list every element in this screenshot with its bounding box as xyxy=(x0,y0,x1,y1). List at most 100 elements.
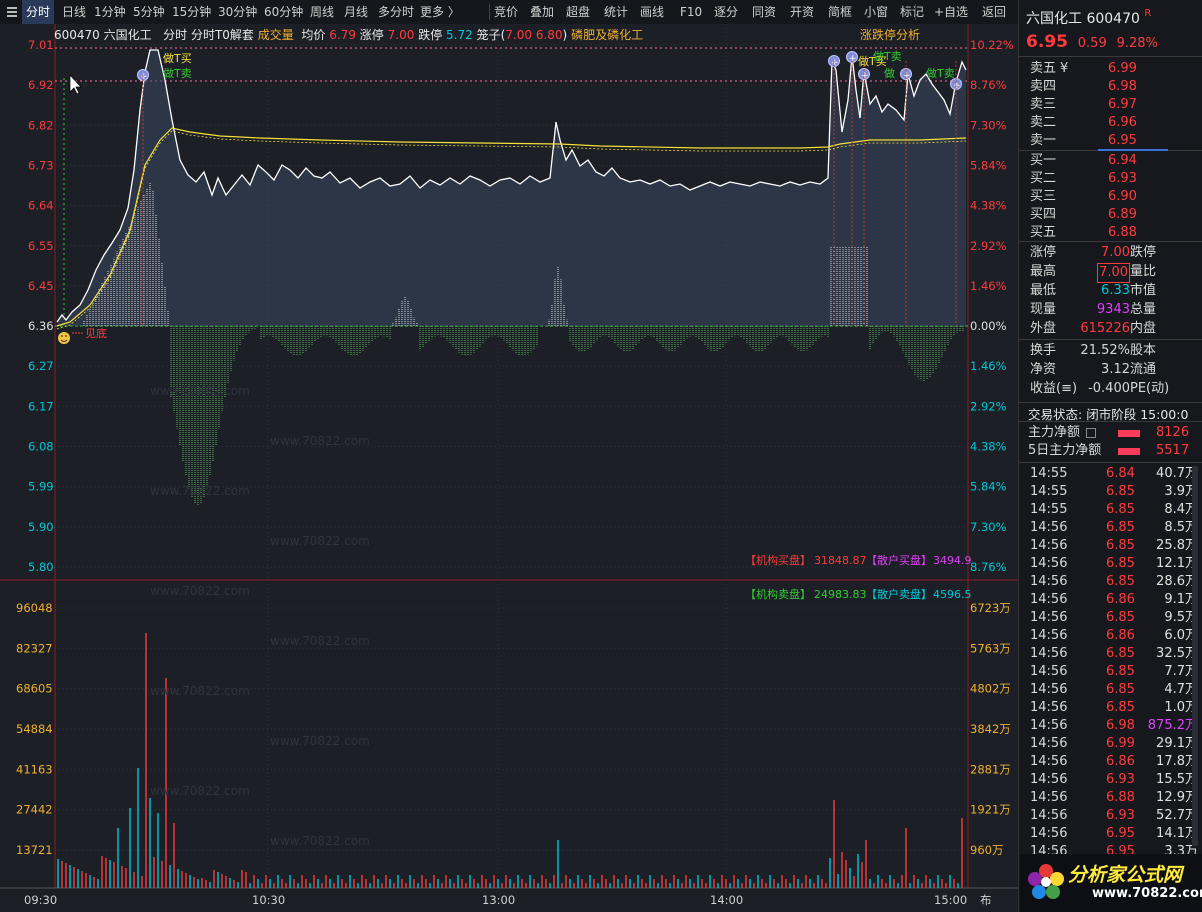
toolbar-item[interactable]: 5分钟 xyxy=(129,0,169,24)
tick-row[interactable]: 14:56 6.98 875.2万 xyxy=(1030,717,1198,735)
stat-label: 最低 xyxy=(1030,283,1057,298)
tick-row[interactable]: 14:56 6.85 12.1万 xyxy=(1030,555,1198,573)
tick-time: 14:56 xyxy=(1030,592,1068,607)
toolbar-item[interactable]: 日线 xyxy=(58,0,90,24)
intraday-chart[interactable]: 7.01 10.22% 6.92 8.76% 6.82 7.30% 6.73 5.84% 6.6… xyxy=(0,24,1018,912)
retail-buy-label: 【散户买盘】 xyxy=(866,553,932,567)
tick-row[interactable]: 14:55 6.85 3.9万 xyxy=(1030,483,1198,501)
flow-value: 8126 xyxy=(1156,425,1190,440)
stat-label: 收益(≡) xyxy=(1030,381,1078,396)
ask-row[interactable]: 卖一 6.95 xyxy=(1030,132,1200,150)
ask-row[interactable]: 卖三 6.97 xyxy=(1030,96,1200,114)
toolbar-item[interactable]: 分时 xyxy=(22,0,55,24)
ask-row[interactable]: 卖四 6.98 xyxy=(1030,78,1200,96)
toolbar-item[interactable]: 同资 xyxy=(748,0,780,24)
toolbar-item[interactable]: 15分钟 xyxy=(168,0,215,24)
volume-axis-label: 96048 xyxy=(16,601,53,615)
info-avg-label: 均价 xyxy=(301,28,326,42)
info-mode2[interactable]: 分时T0解套 xyxy=(191,28,254,42)
bid-row[interactable]: 买五 6.88 xyxy=(1030,224,1200,242)
info-cage-val1: 7.00 xyxy=(505,28,532,42)
toolbar-item[interactable]: 小窗 xyxy=(860,0,892,24)
toolbar-item[interactable]: 叠加 xyxy=(526,0,558,24)
menu-icon[interactable] xyxy=(6,0,18,24)
info-limit-up-label: 涨停 xyxy=(359,28,384,42)
yen-icon: ¥ xyxy=(1060,61,1069,76)
ask-row[interactable]: 卖二 6.96 xyxy=(1030,114,1200,132)
info-volume-label[interactable]: 成交量 xyxy=(258,28,294,42)
stat-value: 7.00 xyxy=(1101,245,1130,260)
toolbar-item[interactable]: 标记 xyxy=(896,0,928,24)
tick-row[interactable]: 14:56 6.99 29.1万 xyxy=(1030,735,1198,753)
bid-row[interactable]: 买一 6.94 xyxy=(1030,152,1200,170)
tick-row[interactable]: 14:56 6.85 9.5万 xyxy=(1030,609,1198,627)
time-axis-label: 15:00 xyxy=(934,893,967,907)
toolbar-item[interactable]: 更多 〉 xyxy=(416,0,464,24)
tick-row[interactable]: 14:56 6.85 7.7万 xyxy=(1030,663,1198,681)
tick-row[interactable]: 14:55 6.84 40.7万 xyxy=(1030,465,1198,483)
tick-row[interactable]: 14:56 6.85 32.5万 xyxy=(1030,645,1198,663)
tick-price: 6.85 xyxy=(1106,556,1135,571)
tick-row[interactable]: 14:56 6.93 52.7万 xyxy=(1030,807,1198,825)
trade-status-label: 交易状态: xyxy=(1028,407,1083,422)
toolbar-item[interactable]: 月线 xyxy=(340,0,372,24)
time-axis-label: 14:00 xyxy=(710,893,743,907)
tick-scrollbar[interactable] xyxy=(1192,466,1198,846)
list-icon[interactable] xyxy=(1086,428,1096,438)
volume-axis-label: 27442 xyxy=(16,803,53,817)
price-axis-label: 6.73 xyxy=(28,158,54,172)
tick-row[interactable]: 14:56 6.93 15.5万 xyxy=(1030,771,1198,789)
price-axis-label: 5.99 xyxy=(28,480,54,494)
info-mode[interactable]: 分时 xyxy=(163,28,187,42)
toolbar-item[interactable]: 1分钟 xyxy=(90,0,130,24)
toolbar-item[interactable]: 返回 xyxy=(978,0,1010,24)
tick-row[interactable]: 14:56 6.85 25.8万 xyxy=(1030,537,1198,555)
tick-row[interactable]: 14:56 6.86 17.8万 xyxy=(1030,753,1198,771)
toolbar-item[interactable]: 超盘 xyxy=(562,0,594,24)
tick-row[interactable]: 14:56 6.85 4.7万 xyxy=(1030,681,1198,699)
toolbar-item[interactable]: 画线 xyxy=(636,0,668,24)
retail-sell-label: 【散户卖盘】 xyxy=(866,587,932,601)
tick-row[interactable]: 14:56 6.85 28.6万 xyxy=(1030,573,1198,591)
tick-time: 14:56 xyxy=(1030,610,1068,625)
bid-row[interactable]: 买三 6.90 xyxy=(1030,188,1200,206)
tick-row[interactable]: 14:56 6.88 12.9万 xyxy=(1030,789,1198,807)
toolbar-item[interactable]: 竞价 xyxy=(490,0,522,24)
tick-row[interactable]: 14:56 6.95 14.1万 xyxy=(1030,825,1198,843)
limit-analysis-link[interactable]: 涨跌停分析 xyxy=(860,26,920,43)
bid-row[interactable]: 买四 6.89 xyxy=(1030,206,1200,224)
tick-time: 14:55 xyxy=(1030,466,1068,481)
tick-row[interactable]: 14:56 6.85 8.5万 xyxy=(1030,519,1198,537)
watermark-band: www.70822.com xyxy=(150,784,250,798)
info-limit-down-value: 5.72 xyxy=(446,28,473,42)
tick-time: 14:56 xyxy=(1030,754,1068,769)
tick-row[interactable]: 14:56 6.86 6.0万 xyxy=(1030,627,1198,645)
tick-row[interactable]: 14:55 6.85 8.4万 xyxy=(1030,501,1198,519)
flow-bar xyxy=(1118,448,1140,455)
stat-row: 收益(≡) -0.400 PE(动) xyxy=(1030,380,1200,398)
toolbar-item[interactable]: 逐分 xyxy=(710,0,742,24)
toolbar-item[interactable]: 统计 xyxy=(600,0,632,24)
toolbar-item[interactable]: 开资 xyxy=(786,0,818,24)
stat-label: 换手 xyxy=(1030,343,1057,358)
bid-row[interactable]: 买二 6.93 xyxy=(1030,170,1200,188)
tick-time: 14:55 xyxy=(1030,484,1068,499)
pct-axis-label: 1.46% xyxy=(970,279,1007,293)
toolbar-item[interactable]: +自选 xyxy=(930,0,972,24)
info-sector[interactable]: 磷肥及磷化工 xyxy=(571,28,643,42)
stat-label-right: PE(动) xyxy=(1130,381,1170,396)
t-marker-glyph: + xyxy=(849,54,857,64)
toolbar-item[interactable]: 30分钟 xyxy=(214,0,261,24)
price-axis-label: 6.36 xyxy=(28,319,54,333)
toolbar-item[interactable]: F10 xyxy=(676,0,706,24)
watermark-url: www.70822.com xyxy=(1092,886,1202,901)
toolbar-item[interactable]: 周线 xyxy=(306,0,338,24)
trade-status-value: 闭市阶段 xyxy=(1086,407,1137,422)
capital-flow-row: 主力净额 8126 xyxy=(1028,424,1198,442)
ask-row[interactable]: 卖五 ¥6.99 xyxy=(1030,60,1200,78)
toolbar-item[interactable]: 多分时 xyxy=(374,0,418,24)
toolbar-item[interactable]: 60分钟 xyxy=(260,0,307,24)
toolbar-item[interactable]: 简框 xyxy=(824,0,856,24)
tick-row[interactable]: 14:56 6.85 1.0万 xyxy=(1030,699,1198,717)
tick-row[interactable]: 14:56 6.86 9.1万 xyxy=(1030,591,1198,609)
